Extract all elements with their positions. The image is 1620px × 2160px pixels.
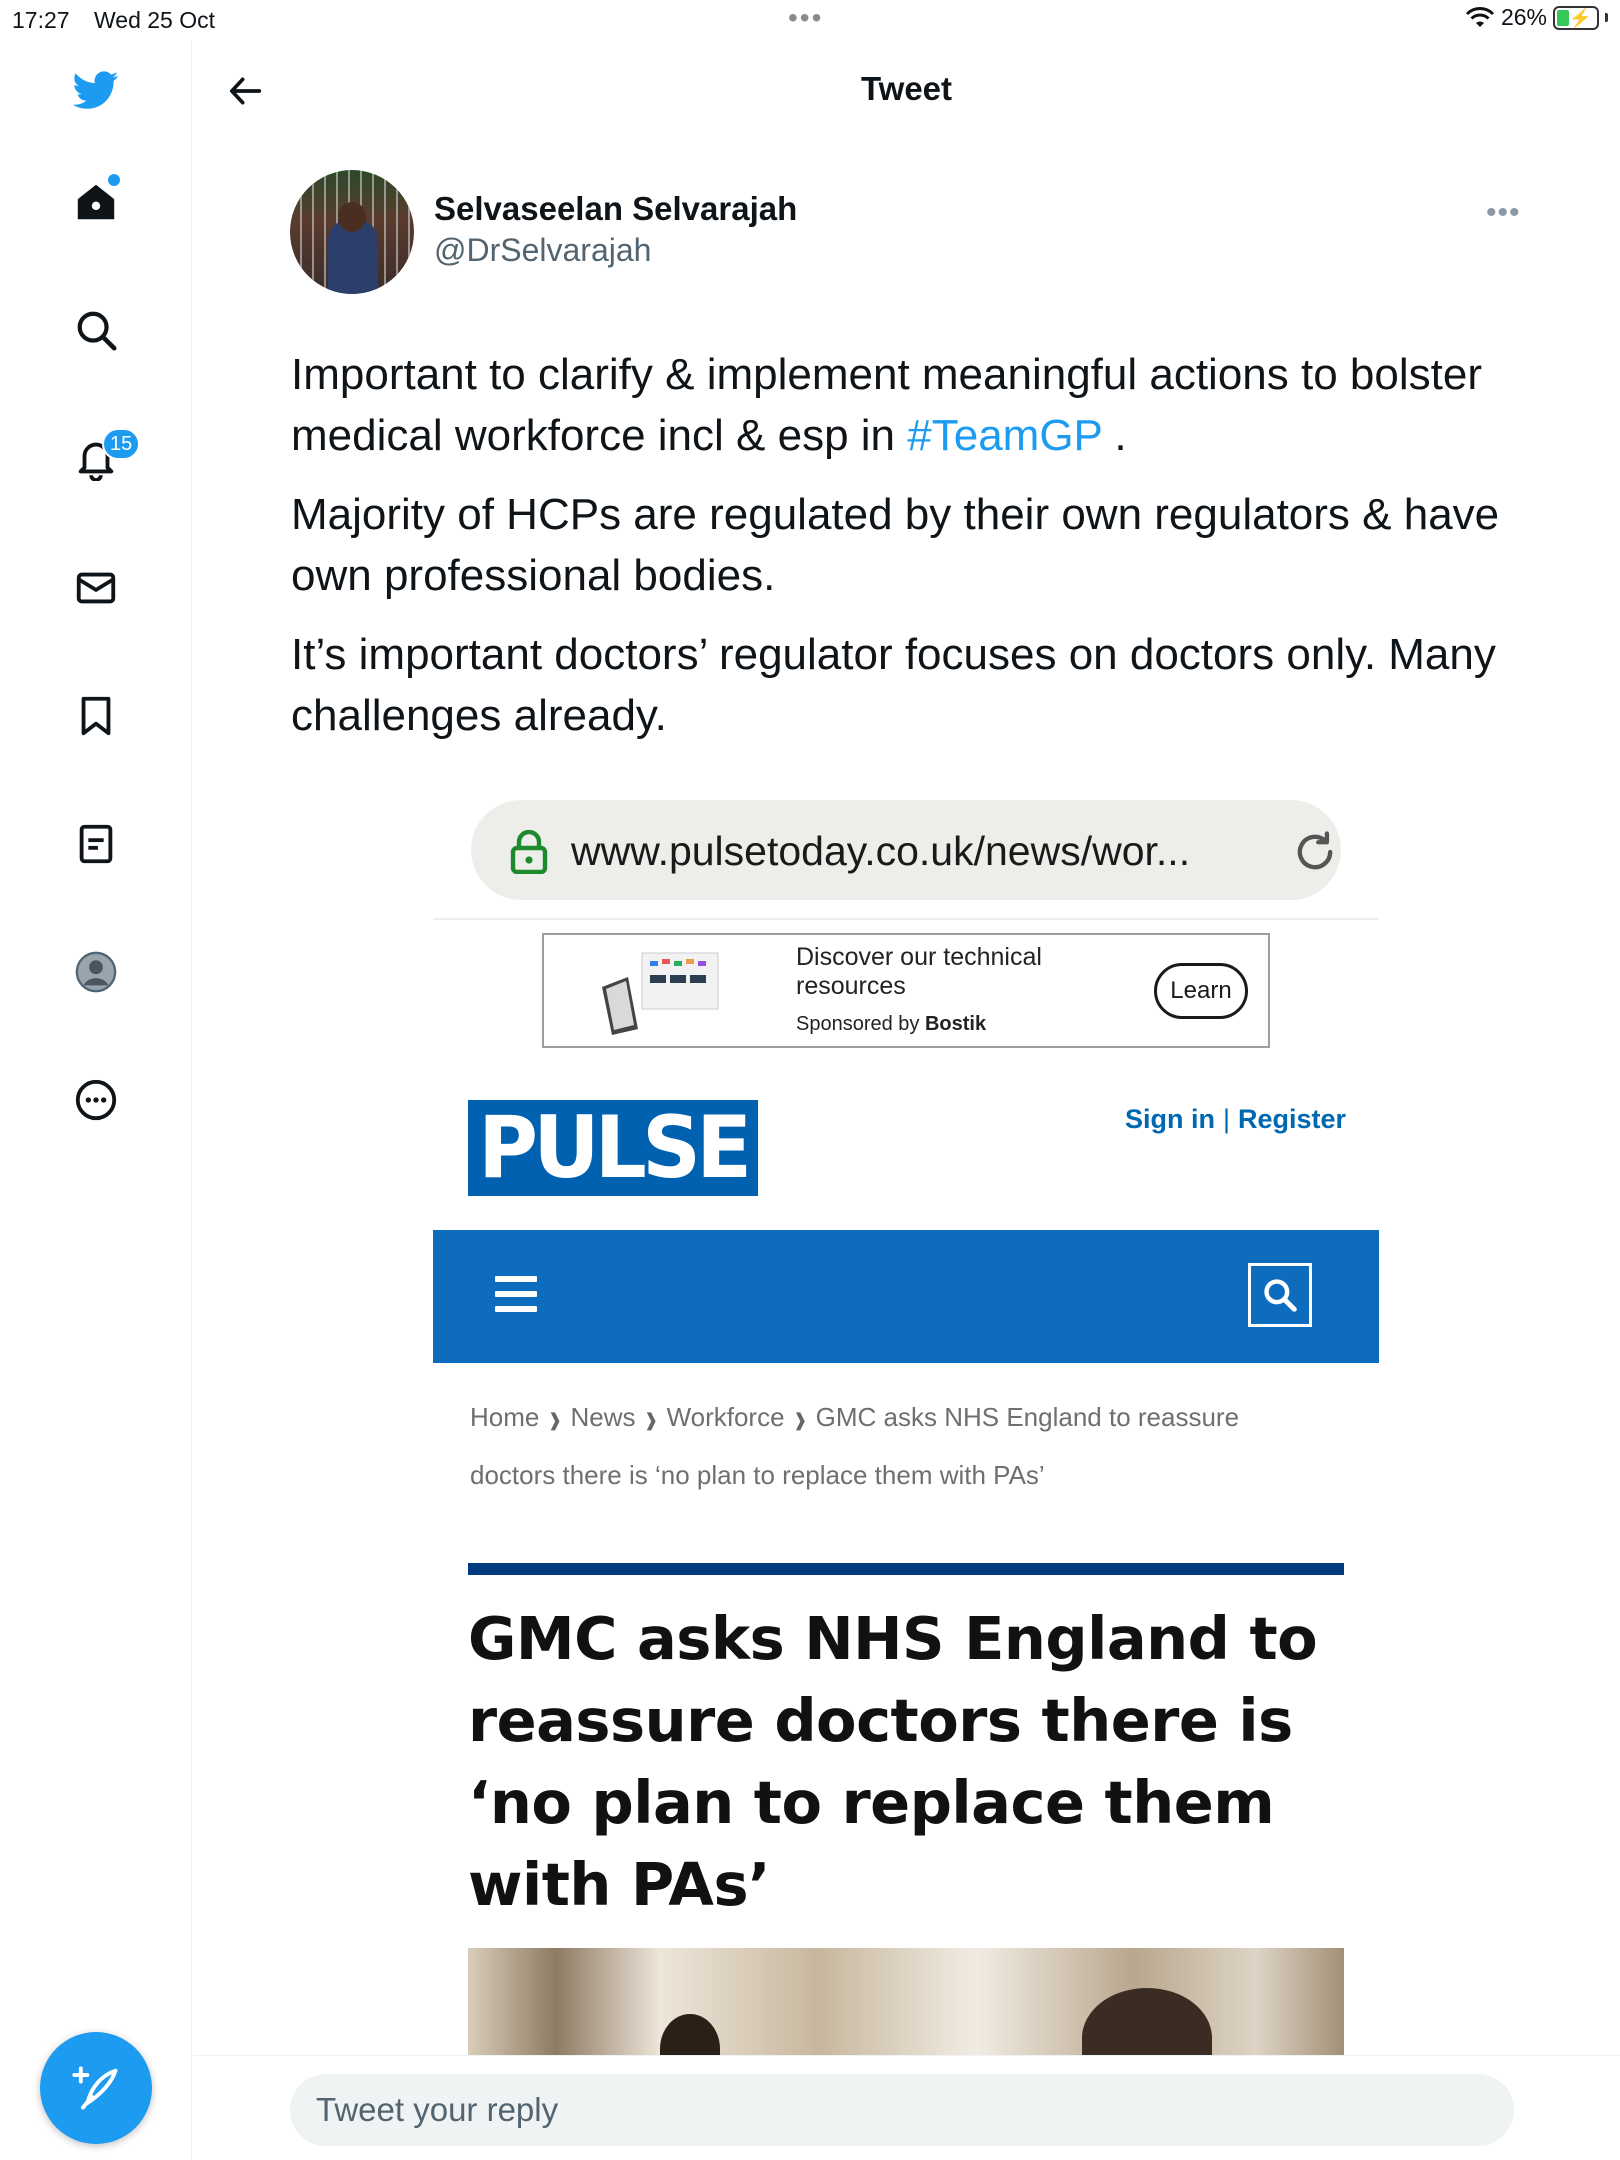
- home-new-dot: [108, 174, 120, 186]
- lock-icon: [510, 830, 548, 874]
- auth-separator: |: [1223, 1104, 1231, 1134]
- browser-url-bar: www.pulsetoday.co.uk/news/wor...: [471, 800, 1341, 900]
- home-icon[interactable]: [66, 172, 126, 232]
- breadcrumb-workforce: Workforce: [666, 1402, 785, 1432]
- author-name[interactable]: Selvaseelan Selvarajah: [434, 190, 797, 228]
- notifications-icon[interactable]: 15: [66, 428, 141, 488]
- author-avatar[interactable]: [290, 170, 414, 294]
- reply-input[interactable]: [290, 2074, 1514, 2146]
- site-search-icon: [1248, 1263, 1312, 1327]
- battery-percent: 26%: [1500, 4, 1547, 30]
- divider: [433, 918, 1379, 920]
- tweet-paragraph-1-end: .: [1102, 411, 1127, 460]
- tweet-header: Tweet: [193, 40, 1620, 140]
- browser-url: www.pulsetoday.co.uk/news/wor...: [571, 828, 1191, 874]
- more-icon[interactable]: [66, 1070, 126, 1130]
- ad-learn-button: Learn: [1154, 963, 1248, 1019]
- ad-sponsor-name: Bostik: [924, 1013, 987, 1035]
- twitter-logo-icon[interactable]: [66, 60, 126, 120]
- hamburger-menu-icon: [495, 1276, 537, 1312]
- pulse-logo-text: PULSE: [478, 1098, 752, 1198]
- bookmarks-icon[interactable]: [66, 686, 126, 746]
- tweet-paragraph-2: Majority of HCPs are regulated by their …: [291, 490, 1500, 600]
- ad-product-image: [602, 952, 719, 1035]
- title-rule: [468, 1563, 1344, 1575]
- pulse-logo: PULSE: [468, 1100, 758, 1196]
- lists-icon[interactable]: [66, 814, 126, 874]
- tweet-paragraph-1-text: Important to clarify & implement meaning…: [291, 350, 1482, 460]
- tweet-paragraph-1: Important to clarify & implement meaning…: [291, 344, 1521, 466]
- status-bar: 17:27 Wed 25 Oct ••• 26% ⚡: [0, 0, 1620, 40]
- ad-headline: Discover our technical resources: [796, 943, 1042, 1000]
- ad-sponsor-prefix: Sponsored by: [796, 1013, 925, 1035]
- compose-tweet-button[interactable]: [40, 2032, 152, 2144]
- breadcrumb-news: News: [570, 1402, 636, 1432]
- breadcrumb: Home ❱ News ❱ Workforce ❱ GMC asks NHS England…: [470, 1390, 1300, 1503]
- article-title: GMC asks NHS England to reassure doctors…: [468, 1604, 1318, 1919]
- tweet-media-image[interactable]: www.pulsetoday.co.uk/news/wor... Discove…: [433, 790, 1379, 2055]
- messages-icon[interactable]: [66, 558, 126, 618]
- article-photo: [468, 1948, 1344, 2055]
- wifi-icon: [1465, 6, 1495, 27]
- ad-sponsor: Sponsored by Bostik: [796, 1013, 986, 1036]
- battery-cap: [1605, 13, 1608, 22]
- tweet-text: Important to clarify & implement meaning…: [291, 344, 1521, 764]
- reload-icon: [1297, 831, 1333, 870]
- author-handle[interactable]: @DrSelvarajah: [434, 232, 651, 269]
- tweet-paragraph-3: It’s important doctors’ regulator focuse…: [291, 630, 1496, 740]
- status-date: Wed 25 Oct: [94, 7, 216, 33]
- profile-icon[interactable]: [66, 942, 126, 1002]
- register-link: Register: [1238, 1104, 1347, 1134]
- hashtag-link[interactable]: #TeamGP: [907, 411, 1102, 460]
- ad-banner: Discover our technical resources Sponsor…: [542, 933, 1270, 1048]
- breadcrumb-chevron-icon: ❱: [643, 1410, 659, 1430]
- battery-icon: ⚡: [1553, 5, 1599, 30]
- status-right: 26% ⚡: [1465, 4, 1608, 31]
- site-nav-bar: [433, 1230, 1379, 1363]
- multitasking-dots-icon[interactable]: •••: [788, 2, 823, 34]
- sidebar: 15: [0, 40, 192, 2160]
- breadcrumb-chevron-icon: ❱: [547, 1410, 563, 1430]
- auth-links: Sign in | Register: [1125, 1104, 1346, 1135]
- breadcrumb-home: Home: [470, 1402, 540, 1432]
- breadcrumb-chevron-icon: ❱: [792, 1410, 808, 1430]
- tweet-more-options-icon[interactable]: •••: [1486, 196, 1521, 230]
- feather-plus-icon: [72, 2066, 118, 2110]
- page-title: Tweet: [860, 70, 953, 107]
- reply-bar: [193, 2055, 1620, 2160]
- status-time: 17:27: [12, 7, 70, 33]
- search-icon[interactable]: [66, 300, 126, 360]
- sign-in-link: Sign in: [1125, 1104, 1215, 1134]
- notifications-badge: 15: [102, 428, 141, 460]
